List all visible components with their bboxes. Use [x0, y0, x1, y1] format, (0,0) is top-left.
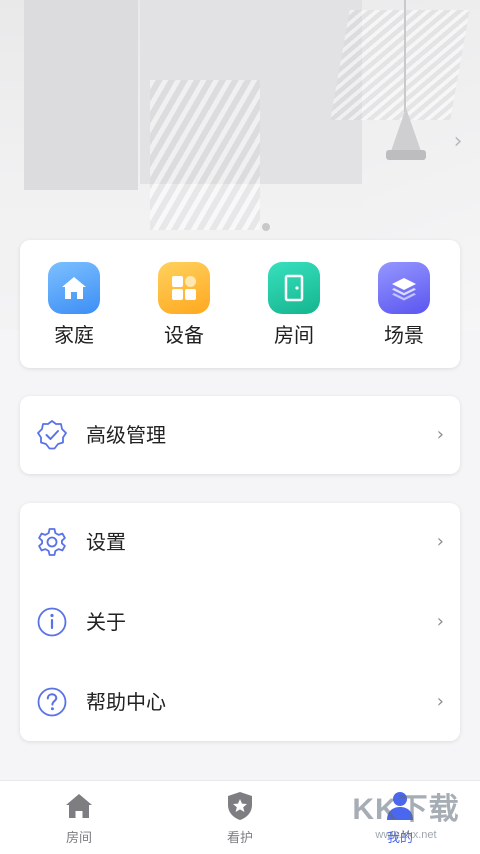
menu-item-label: 关于: [86, 610, 126, 634]
quick-action-rooms[interactable]: 房间: [249, 262, 339, 352]
settings-menu-card: 设置 › 关于 › 帮助中心 ›: [20, 503, 460, 741]
shield-star-icon: [224, 789, 256, 823]
device-grid-icon: [158, 262, 210, 314]
quick-action-label: 场景: [384, 323, 424, 347]
quick-action-home[interactable]: 家庭: [29, 262, 119, 352]
door-icon: [268, 262, 320, 314]
banner-page-indicator: [262, 223, 270, 231]
site-watermark: KK下载 www.kkx.net: [346, 792, 466, 848]
home-icon: [48, 262, 100, 314]
pendant-lamp-cord: [404, 0, 406, 112]
tab-label: 看护: [226, 831, 253, 846]
banner-light-stripes: [150, 80, 260, 230]
advanced-management-row[interactable]: 高级管理 ›: [20, 396, 460, 474]
house-icon: [63, 789, 95, 823]
tab-label: 房间: [65, 831, 92, 846]
layers-icon: [378, 262, 430, 314]
advanced-management-label: 高级管理: [86, 423, 166, 447]
banner-light-stripes: [330, 10, 470, 120]
pendant-lamp: [390, 108, 422, 154]
quick-actions-card: 家庭 设备 房间 场景: [20, 240, 460, 368]
help-icon: [36, 686, 68, 718]
info-icon: [36, 606, 68, 638]
menu-item-about[interactable]: 关于 ›: [20, 583, 460, 661]
chevron-right-icon: ›: [436, 691, 444, 712]
banner-next-icon[interactable]: ›: [448, 130, 468, 154]
quick-action-label: 房间: [274, 323, 314, 347]
watermark-logo-text: KK下载: [352, 793, 460, 826]
menu-item-help-center[interactable]: 帮助中心 ›: [20, 663, 460, 741]
quick-action-devices[interactable]: 设备: [139, 262, 229, 352]
tab-care[interactable]: 看护: [190, 789, 290, 846]
quick-action-label: 设备: [164, 323, 204, 347]
shield-check-icon: [36, 419, 68, 451]
menu-item-label: 设置: [86, 530, 126, 554]
chevron-right-icon: ›: [436, 531, 444, 552]
menu-item-settings[interactable]: 设置 ›: [20, 503, 460, 581]
tab-rooms[interactable]: 房间: [29, 789, 129, 846]
advanced-management-card: 高级管理 ›: [20, 396, 460, 474]
chevron-right-icon: ›: [436, 611, 444, 632]
gear-icon: [36, 526, 68, 558]
menu-item-label: 帮助中心: [86, 690, 166, 714]
quick-action-scenes[interactable]: 场景: [359, 262, 449, 352]
quick-action-label: 家庭: [54, 323, 94, 347]
chevron-right-icon: ›: [436, 424, 444, 445]
banner-wall-panel: [24, 0, 138, 190]
pendant-lamp-base: [386, 150, 426, 160]
watermark-url: www.kkx.net: [375, 829, 437, 841]
